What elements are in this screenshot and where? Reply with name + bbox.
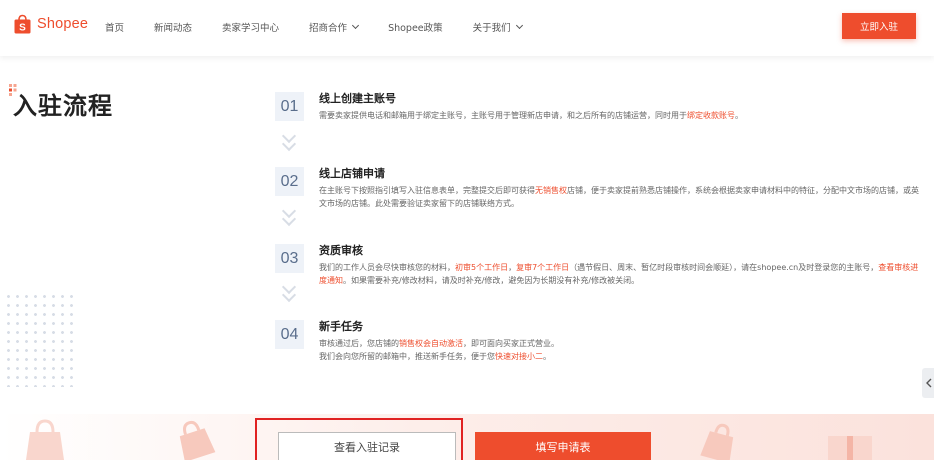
description-text: 我们的工作人员会尽快审核您的材料， [319, 263, 455, 272]
step-description: 我们的工作人员会尽快审核您的材料，初审5个工作日，复审7个工作日（遇节假日、周末… [319, 262, 919, 287]
step-title: 线上店铺申请 [319, 167, 385, 180]
decorative-bag-icon [700, 423, 734, 460]
top-navbar: S Shopee 首页 新闻动态 卖家学习中心 招商合作 Shopee政策 关于… [0, 0, 934, 56]
step-number: 04 [275, 320, 304, 349]
nav-label: Shopee政策 [388, 23, 443, 34]
logo-text: Shopee [37, 16, 89, 32]
bottom-action-bar [0, 414, 934, 460]
join-now-button[interactable]: 立即入驻 [842, 13, 916, 39]
step-title: 线上创建主账号 [319, 92, 396, 105]
step-title: 新手任务 [319, 320, 363, 333]
description-text: 我们会向您所留的邮箱中，推送新手任务，便于您 [319, 351, 495, 361]
chevron-double-down-icon [281, 203, 297, 229]
highlighted-text: 复审7个工作日 [516, 263, 570, 272]
nav-item-partnership[interactable]: 招商合作 [309, 20, 360, 34]
highlighted-text: 初审5个工作日 [455, 263, 509, 272]
description-text: ， [508, 263, 517, 272]
nav-label: 卖家学习中心 [222, 23, 280, 34]
description-text: 。 [543, 351, 551, 361]
nav-label: 首页 [105, 23, 125, 34]
main-nav: 首页 新闻动态 卖家学习中心 招商合作 Shopee政策 关于我们 [105, 20, 552, 34]
decorative-bag-icon [179, 420, 216, 460]
highlighted-text: 无销售权 [535, 186, 567, 195]
nav-label: 招商合作 [309, 23, 348, 34]
chevron-down-icon [515, 21, 523, 30]
description-text: ，即可面向买家正式营业。 [463, 339, 559, 348]
highlighted-text: 绑定收款账号 [687, 111, 735, 120]
step-title: 资质审核 [319, 244, 363, 257]
description-text: 需要卖家提供电话和邮箱用于绑定主账号，主账号用于管理新店申请，和之后所有的店铺运… [319, 111, 687, 120]
step-number: 01 [275, 92, 304, 121]
highlighted-text: 销售权会自动激活 [399, 339, 463, 348]
view-application-record-button[interactable]: 查看入驻记录 [278, 432, 456, 460]
decorative-bag-icon [26, 419, 64, 460]
fill-application-form-button[interactable]: 填写申请表 [475, 432, 651, 460]
step-number: 02 [275, 167, 304, 196]
shopping-bag-logo-icon: S [14, 14, 31, 34]
highlighted-text: 快速对接小二 [495, 351, 543, 361]
step-number: 03 [275, 244, 304, 273]
share-icon [926, 378, 932, 388]
nav-label: 关于我们 [472, 23, 511, 34]
nav-item-home[interactable]: 首页 [105, 20, 124, 34]
description-text: 在主账号下按照指引填写入驻信息表单，完整提交后即可获得 [319, 186, 535, 195]
nav-item-about[interactable]: 关于我们 [472, 20, 523, 34]
decorative-dot-grid [4, 292, 74, 387]
description-text: 。 [735, 111, 743, 120]
step-description: 在主账号下按照指引填写入驻信息表单，完整提交后即可获得无销售权店铺，便于卖家提前… [319, 185, 919, 210]
shopee-logo[interactable]: S Shopee [14, 14, 88, 34]
nav-label: 新闻动态 [154, 23, 193, 34]
nav-item-news[interactable]: 新闻动态 [154, 20, 192, 34]
nav-item-learning-center[interactable]: 卖家学习中心 [222, 20, 279, 34]
description-text: 。如果需要补充/修改材料，请及时补充/修改，避免因为长期没有补充/修改被关闭。 [343, 275, 640, 285]
chevron-double-down-icon [281, 128, 297, 154]
section-title: 入驻流程 [13, 92, 113, 120]
step-description: 需要卖家提供电话和邮箱用于绑定主账号，主账号用于管理新店申请，和之后所有的店铺运… [319, 110, 919, 123]
step-description: 审核通过后，您店铺的销售权会自动激活，即可面向买家正式营业。我们会向您所留的邮箱… [319, 338, 919, 363]
floating-sidebar-tab[interactable] [922, 368, 934, 398]
description-text: （遇节假日、周末、暂亿时段审核时间会顺延），请在shopee.cn及时登录您的主… [569, 263, 879, 272]
page: S Shopee 首页 新闻动态 卖家学习中心 招商合作 Shopee政策 关于… [0, 0, 934, 460]
chevron-down-icon [352, 21, 360, 30]
description-text: 审核通过后，您店铺的 [319, 339, 399, 348]
nav-item-policy[interactable]: Shopee政策 [388, 20, 443, 34]
decorative-gift-icon [828, 436, 872, 460]
chevron-double-down-icon [281, 279, 297, 305]
svg-text:S: S [19, 23, 26, 34]
